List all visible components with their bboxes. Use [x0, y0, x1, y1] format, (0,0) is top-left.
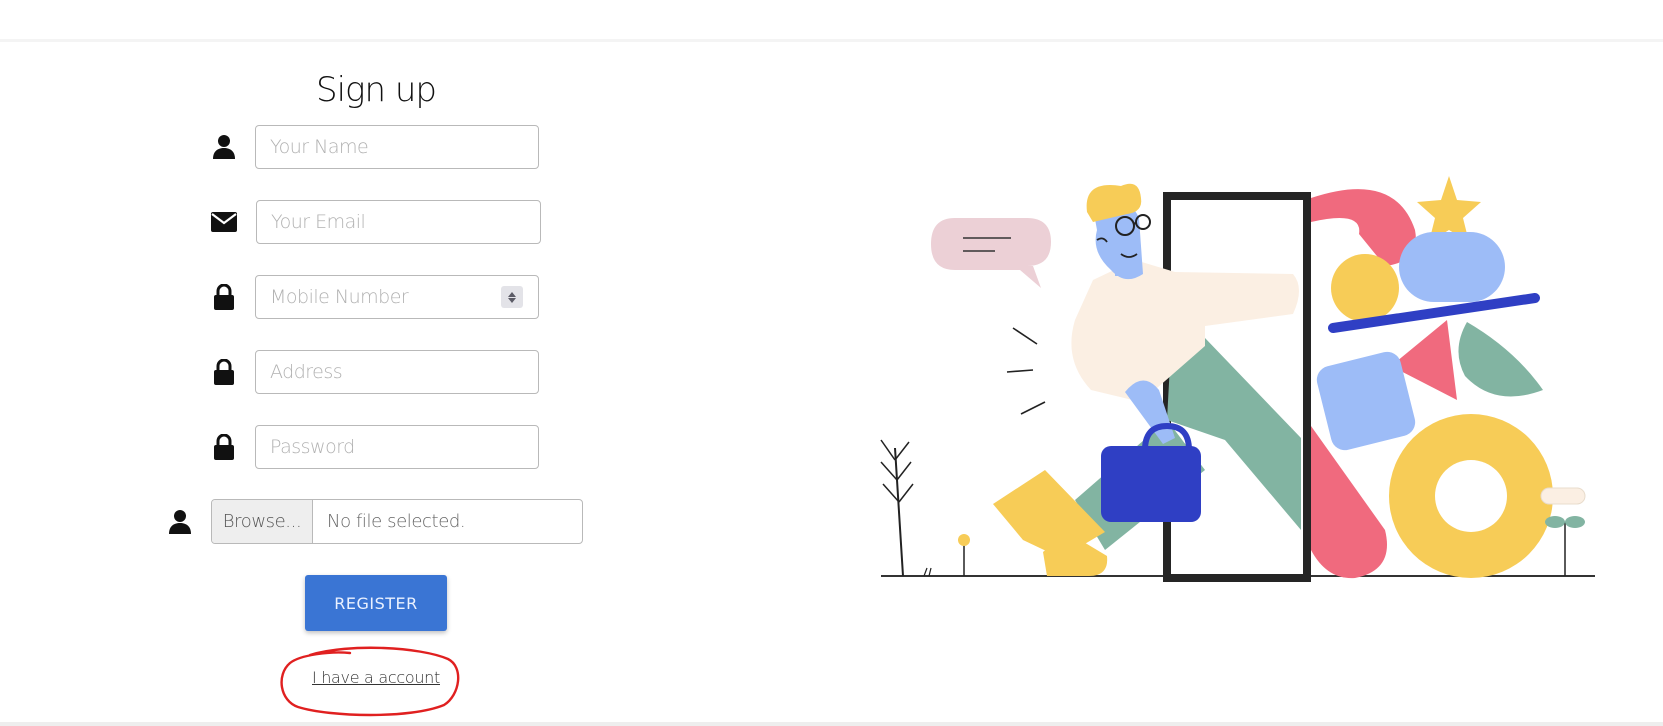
envelope-icon: [210, 208, 238, 236]
register-button[interactable]: REGISTER: [305, 575, 447, 631]
email-input[interactable]: [256, 200, 541, 244]
mobile-number-input[interactable]: [255, 275, 539, 319]
spinner-up-icon[interactable]: [508, 291, 516, 297]
address-input[interactable]: [255, 350, 539, 394]
spinner-down-icon[interactable]: [508, 297, 516, 303]
user-icon: [166, 508, 194, 536]
lock-icon: [210, 283, 238, 311]
bottom-edge: [0, 722, 1663, 726]
password-input[interactable]: [255, 425, 539, 469]
number-spinner[interactable]: [501, 286, 523, 308]
have-account-link[interactable]: I have a account: [310, 668, 442, 687]
file-upload-input[interactable]: Browse... No file selected.: [211, 499, 583, 544]
lock-icon: [210, 358, 238, 386]
user-icon: [210, 133, 238, 161]
browse-button[interactable]: Browse...: [212, 500, 313, 543]
lock-icon: [210, 433, 238, 461]
top-header-bar: [0, 0, 1663, 42]
file-status-text: No file selected.: [327, 511, 466, 532]
signup-illustration: [880, 176, 1595, 582]
page-title: Sign up: [316, 70, 437, 110]
plant-icon: [880, 439, 914, 577]
name-input[interactable]: [255, 125, 539, 169]
